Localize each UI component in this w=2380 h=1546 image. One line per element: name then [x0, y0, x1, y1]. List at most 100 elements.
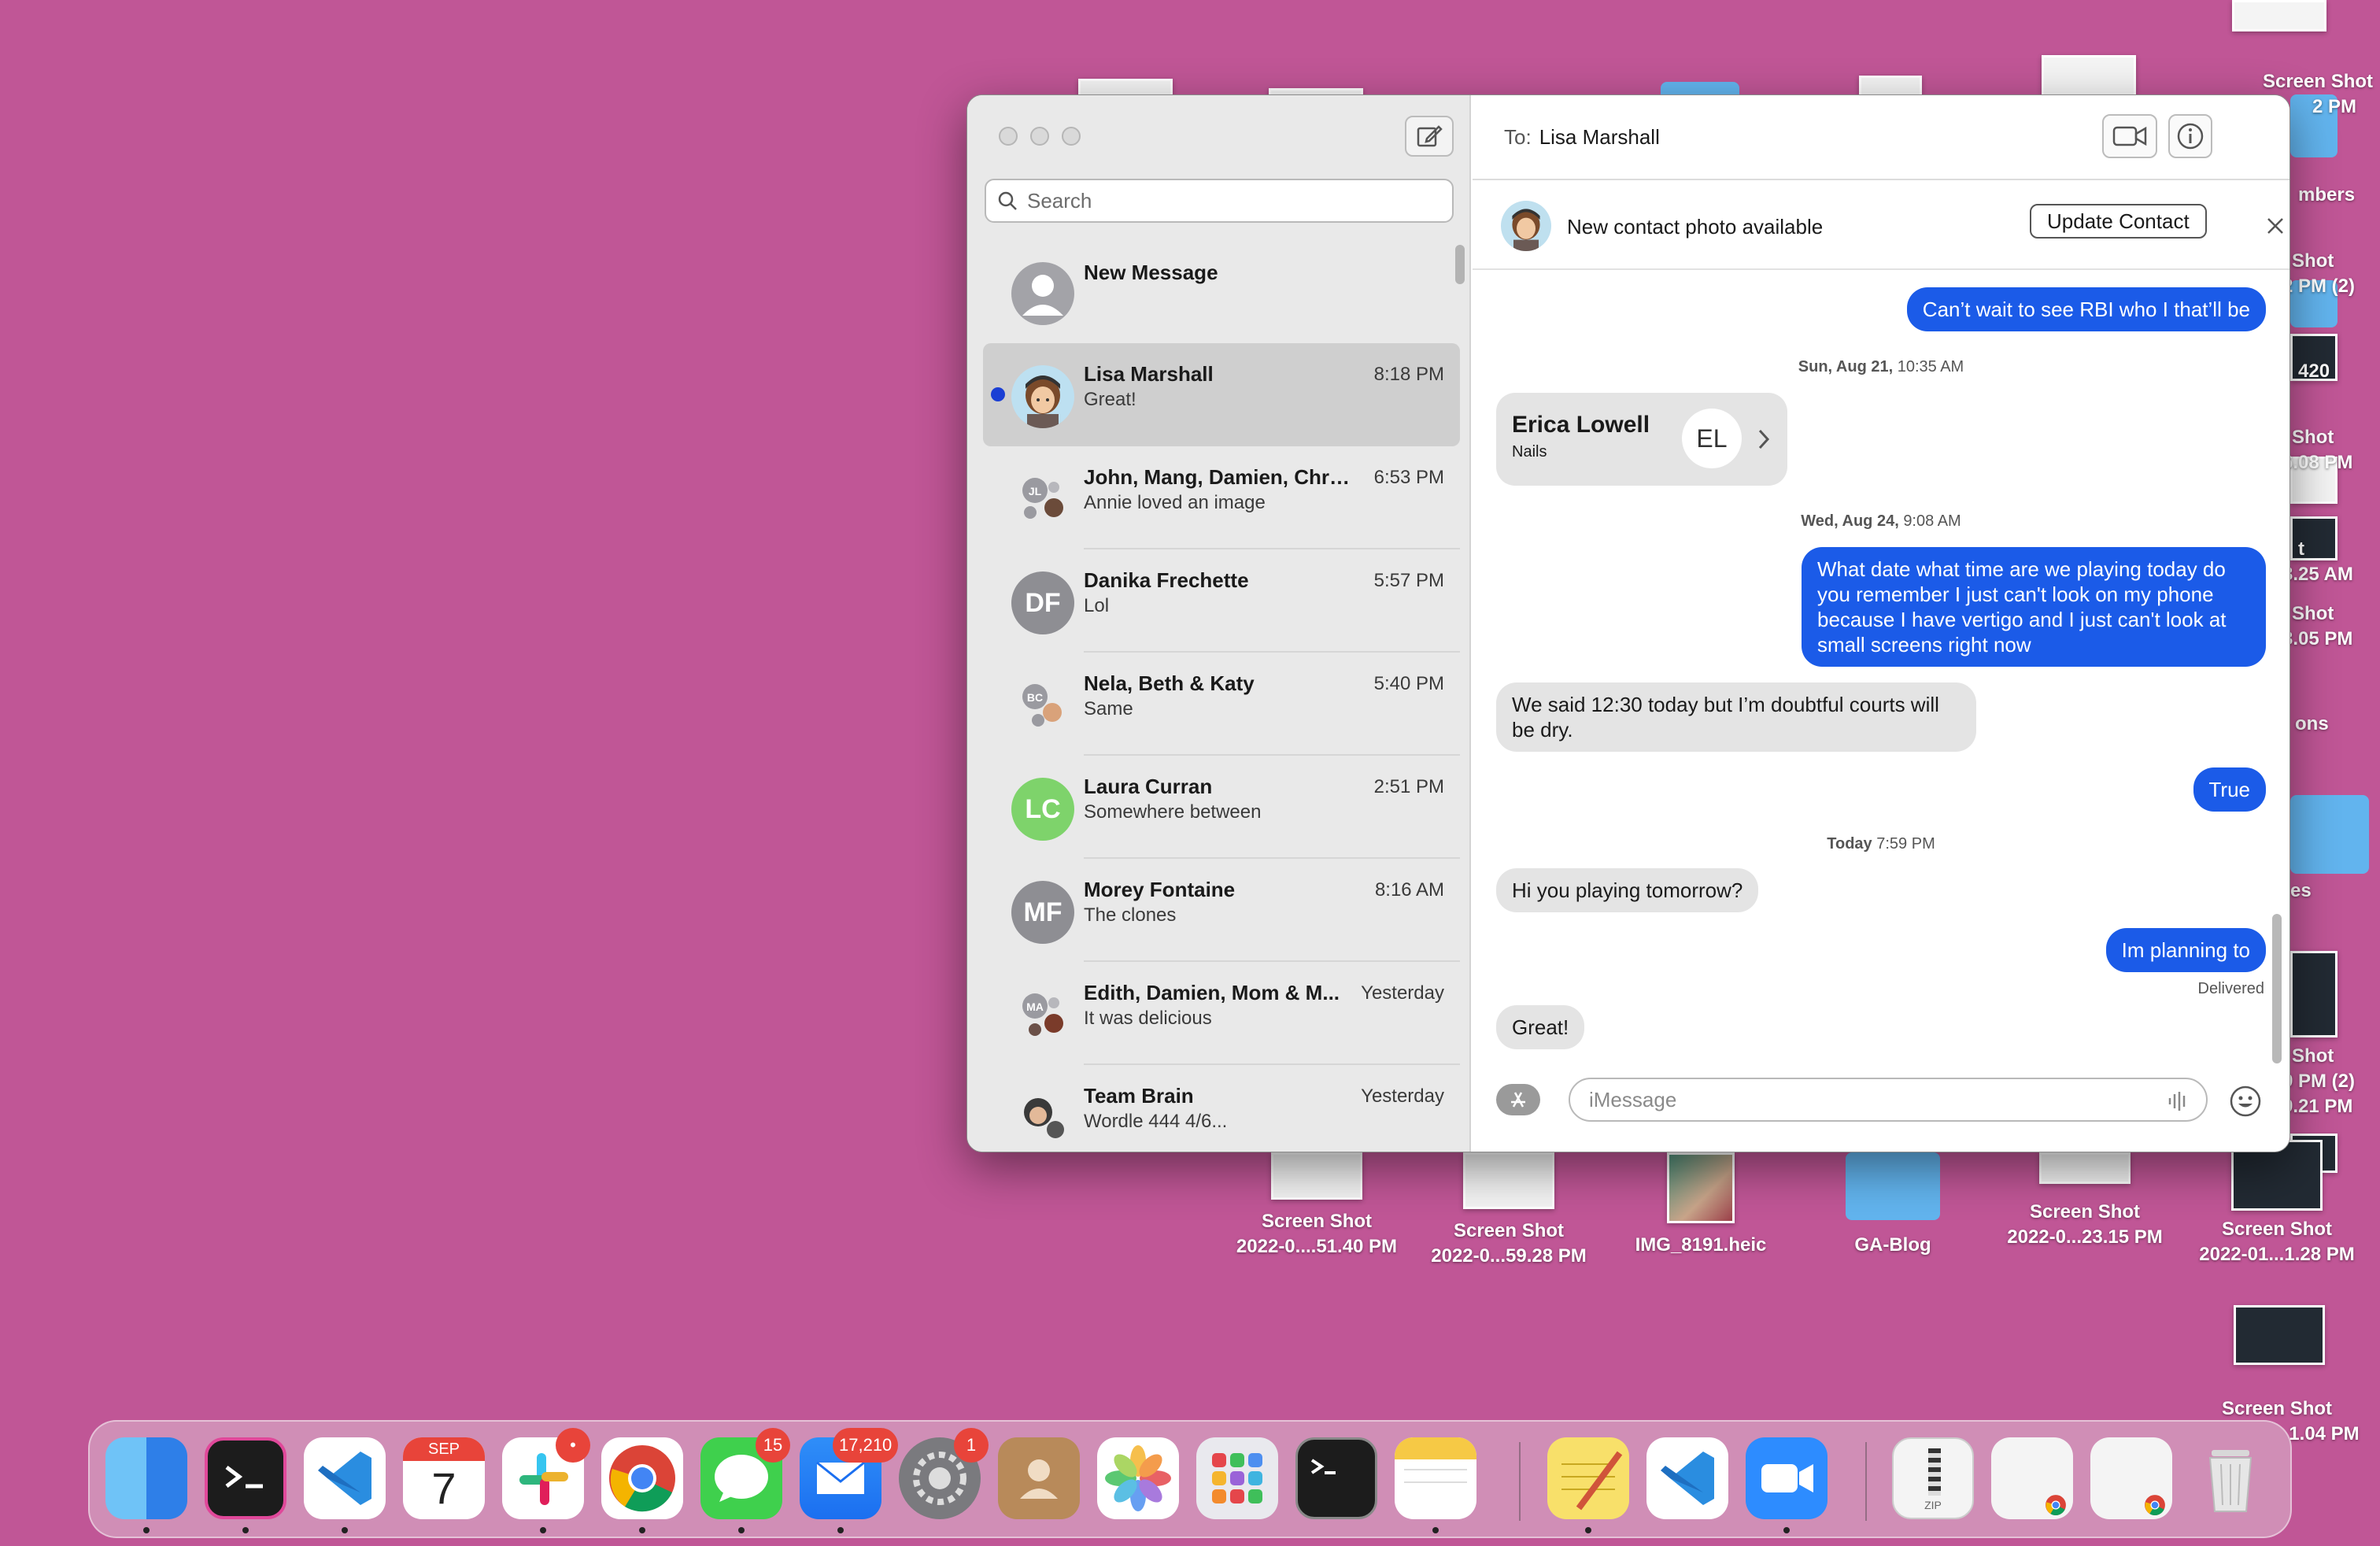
desktop-label: 3.25 AM — [2282, 564, 2353, 585]
vscode-icon[interactable] — [304, 1437, 386, 1519]
desktop-label: 2 PM — [2312, 96, 2357, 117]
incoming-message: Hi you playing tomorrow? — [1496, 868, 1759, 912]
message-input[interactable]: iMessage — [1569, 1078, 2208, 1122]
calendar-icon[interactable]: SEP 7 — [403, 1437, 485, 1519]
chat-scrollbar[interactable] — [2272, 914, 2282, 1063]
audio-waveform-icon[interactable] — [2167, 1090, 2189, 1112]
person-icon — [1011, 262, 1074, 325]
settings-badge: 1 — [954, 1428, 989, 1463]
desktop-folder[interactable]: GA-Blog — [1794, 1152, 1991, 1258]
minimize-window-button[interactable] — [1030, 127, 1049, 146]
running-indicator — [738, 1527, 745, 1533]
desktop-label: Screen Shot — [1453, 1220, 1565, 1241]
group-avatar — [1011, 1087, 1074, 1150]
dock: SEP 7 • 15 17,210 1 ZIP — [88, 1420, 2292, 1538]
desktop-file[interactable]: Screen Shot 2022-0....51.40 PM — [1218, 1152, 1415, 1259]
memoji-avatar — [1011, 365, 1074, 428]
notes-icon[interactable] — [1395, 1437, 1476, 1519]
running-indicator — [342, 1527, 348, 1533]
contact-card[interactable]: Erica Lowell Nails EL — [1496, 393, 1787, 486]
desktop-file[interactable]: Screen Shot 2022-01...1.28 PM — [2179, 1140, 2375, 1267]
desktop-label: 2022-01...1.28 PM — [2199, 1244, 2355, 1265]
conversation-preview: Annie loved an image — [1084, 492, 1266, 513]
facetime-button[interactable] — [2102, 114, 2157, 158]
zoom-window-button[interactable] — [1062, 127, 1081, 146]
chrome-icon[interactable] — [601, 1437, 683, 1519]
svg-text:MA: MA — [1026, 1000, 1044, 1013]
close-window-button[interactable] — [999, 127, 1018, 146]
svg-text:BC: BC — [1027, 691, 1043, 704]
emoji-button[interactable] — [2228, 1084, 2263, 1119]
conversation-time: 5:40 PM — [1373, 673, 1444, 694]
running-indicator — [837, 1527, 844, 1533]
zoom-icon[interactable] — [1746, 1437, 1828, 1519]
chrome-document-icon[interactable] — [1991, 1437, 2073, 1519]
outgoing-message: Can’t wait to see RBI who I that’ll be — [1906, 287, 2266, 331]
conversation-name: John, Mang, Damien, Chri... — [1084, 465, 1351, 489]
trash-icon[interactable] — [2190, 1437, 2271, 1519]
outgoing-message: True — [2193, 767, 2266, 812]
conversation-group-john[interactable]: JL John, Mang, Damien, Chri... 6:53 PM A… — [983, 446, 1460, 549]
conversation-lisa-marshall[interactable]: Lisa Marshall 8:18 PM Great! — [983, 343, 1460, 446]
delivered-status: Delivered — [2197, 980, 2264, 997]
desktop-folder[interactable] — [2290, 795, 2369, 874]
conversation-team-brain[interactable]: Team Brain Yesterday Wordle 444 4/6... — [983, 1065, 1460, 1152]
chat-pane: To: Lisa Marshall New contact photo avail… — [1473, 95, 2289, 1152]
desktop-label: 2022-0...59.28 PM — [1431, 1245, 1587, 1267]
desktop-label: mbers — [2298, 184, 2356, 205]
conversation-edith-group[interactable]: MA Edith, Damien, Mom & M... Yesterday I… — [983, 962, 1460, 1065]
outgoing-message: What date what time are we playing today… — [1802, 547, 2266, 667]
running-indicator — [1432, 1527, 1439, 1533]
conversation-preview: Somewhere between — [1084, 801, 1262, 823]
conversation-preview: Wordle 444 4/6... — [1084, 1111, 1228, 1132]
running-indicator — [143, 1527, 150, 1533]
vscode-icon[interactable] — [1646, 1437, 1728, 1519]
conversation-danika[interactable]: DF Danika Frechette 5:57 PM Lol — [983, 549, 1460, 653]
compose-button[interactable] — [1405, 116, 1454, 157]
dock-separator — [1519, 1442, 1521, 1521]
desktop-thumb[interactable] — [2290, 951, 2338, 1037]
calendar-month: SEP — [403, 1437, 485, 1461]
hyper-terminal-icon[interactable] — [205, 1437, 286, 1519]
dismiss-banner-button[interactable] — [2260, 210, 2289, 242]
terminal-icon[interactable] — [1295, 1437, 1377, 1519]
conversation-morey-fontaine[interactable]: MF Morey Fontaine 8:16 AM The clones — [983, 859, 1460, 962]
running-indicator — [1585, 1527, 1591, 1533]
group-avatar: BC — [1011, 675, 1074, 738]
conversation-laura-curran[interactable]: LC Laura Curran 2:51 PM Somewhere betwee… — [983, 756, 1460, 859]
desktop-thumb[interactable] — [2290, 516, 2338, 560]
photos-icon[interactable] — [1097, 1437, 1179, 1519]
desktop-file[interactable]: Screen Shot 2022-0...59.28 PM — [1410, 1152, 1607, 1269]
conversation-nela-beth-katy[interactable]: BC Nela, Beth & Katy 5:40 PM Same — [983, 653, 1460, 756]
stickies-icon[interactable] — [1547, 1437, 1629, 1519]
desktop-thumb[interactable] — [2232, 0, 2326, 31]
details-button[interactable] — [2168, 114, 2212, 158]
desktop-file[interactable]: IMG_8191.heic — [1602, 1152, 1799, 1258]
desktop-label: Shot — [2292, 603, 2334, 624]
desktop-label: ons — [2295, 713, 2329, 734]
conversation-time: 2:51 PM — [1373, 776, 1444, 797]
desktop-label: 2022-0...23.15 PM — [2007, 1226, 2163, 1248]
app-store-button[interactable] — [1496, 1084, 1540, 1115]
contacts-icon[interactable] — [998, 1437, 1080, 1519]
update-contact-button[interactable]: Update Contact — [2030, 204, 2207, 239]
desktop-thumb[interactable] — [2234, 1305, 2325, 1365]
desktop-file[interactable]: Screen Shot 2022-0...23.15 PM — [1986, 1152, 2183, 1250]
desktop-label: 6.08 PM — [2282, 452, 2353, 473]
recipient-field[interactable]: To: Lisa Marshall — [1504, 125, 1660, 150]
dock-separator — [1865, 1442, 1867, 1521]
sidebar-scrollbar[interactable] — [1455, 245, 1465, 284]
launchpad-icon[interactable] — [1196, 1437, 1278, 1519]
message-placeholder: iMessage — [1589, 1087, 1677, 1111]
finder-icon[interactable] — [105, 1437, 187, 1519]
conversation-new-message[interactable]: New Message — [983, 240, 1460, 343]
search-input[interactable]: Search — [985, 179, 1454, 223]
zip-file-icon[interactable]: ZIP — [1892, 1437, 1974, 1519]
chrome-document-icon[interactable] — [2090, 1437, 2172, 1519]
info-icon — [2177, 123, 2204, 150]
desktop-label: Screen Shot — [2029, 1201, 2141, 1222]
desktop-label: 9.21 PM — [2282, 1096, 2353, 1117]
conversation-time: 8:16 AM — [1374, 879, 1444, 901]
desktop-thumb[interactable] — [2042, 55, 2136, 99]
conversation-time: 6:53 PM — [1373, 467, 1444, 488]
